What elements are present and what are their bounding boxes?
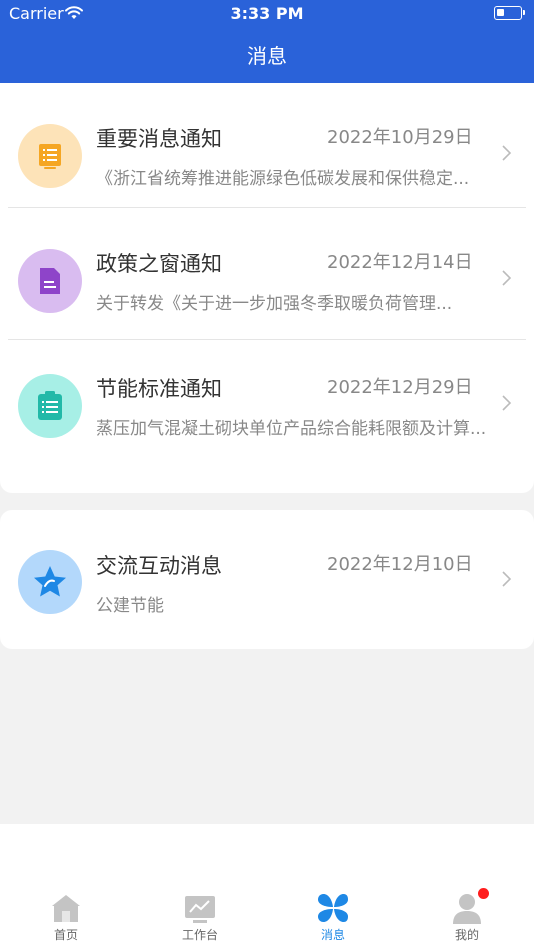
message-item-policy[interactable]: 政策之窗通知 2022年12月14日 关于转发《关于进一步加强冬季取暖负荷管理.…: [0, 215, 534, 340]
tab-label: 我的: [454, 928, 479, 942]
message-preview: 《浙江省统筹推进能源绿色低碳发展和保供稳定...: [96, 169, 470, 189]
tab-home[interactable]: 首页: [26, 886, 106, 950]
message-date: 2022年12月10日: [327, 554, 473, 575]
interaction-card: 交流互动消息 2022年12月10日 公建节能: [0, 510, 534, 649]
document-avatar: [18, 249, 82, 313]
document-icon: [40, 268, 60, 294]
tab-messages[interactable]: 消息: [293, 886, 373, 950]
notice-avatar: [18, 124, 82, 188]
tab-label: 工作台: [181, 928, 218, 942]
chevron-right-icon: [502, 270, 512, 286]
message-title: 重要消息通知: [96, 127, 222, 151]
tab-profile[interactable]: 我的: [427, 886, 507, 950]
tab-bar: 首页 工作台 消息 我的: [0, 824, 534, 950]
chevron-right-icon: [502, 145, 512, 161]
message-date: 2022年12月29日: [327, 377, 473, 398]
home-icon: [52, 895, 80, 922]
tab-label: 首页: [53, 928, 78, 942]
clipboard-icon: [38, 391, 62, 420]
star-avatar: [18, 550, 82, 614]
status-time: 3:33 PM: [230, 4, 304, 23]
message-title: 交流互动消息: [96, 554, 222, 578]
divider: [8, 207, 526, 208]
message-preview: 公建节能: [96, 596, 164, 616]
message-title: 节能标准通知: [96, 377, 222, 401]
message-preview: 关于转发《关于进一步加强冬季取暖负荷管理...: [96, 294, 453, 314]
clipboard-avatar: [18, 374, 82, 438]
notice-icon: [39, 144, 61, 169]
message-item-standard[interactable]: 节能标准通知 2022年12月29日 蒸压加气混凝土砌块单位产品综合能耗限额及计…: [0, 340, 534, 465]
app-header: Carrier 3:33 PM 消息: [0, 0, 534, 83]
status-bar: Carrier 3:33 PM: [0, 0, 534, 28]
messages-icon: [318, 894, 348, 922]
battery-icon: [494, 6, 525, 20]
message-item-interaction[interactable]: 交流互动消息 2022年12月10日 公建节能: [0, 510, 534, 635]
chevron-right-icon: [502, 395, 512, 411]
notice-card: 重要消息通知 2022年10月29日 《浙江省统筹推进能源绿色低碳发展和保供稳定…: [0, 83, 534, 493]
star-icon: [34, 566, 66, 597]
tab-label: 消息: [320, 928, 345, 942]
page-title: 消息: [247, 44, 287, 68]
chevron-right-icon: [502, 571, 512, 587]
workbench-icon: [185, 896, 215, 923]
tab-workbench[interactable]: 工作台: [160, 886, 240, 950]
message-title: 政策之窗通知: [96, 252, 222, 276]
message-item-important[interactable]: 重要消息通知 2022年10月29日 《浙江省统筹推进能源绿色低碳发展和保供稳定…: [0, 83, 534, 208]
message-date: 2022年10月29日: [327, 127, 473, 148]
notification-badge: [478, 888, 489, 899]
message-date: 2022年12月14日: [327, 252, 473, 273]
message-preview: 蒸压加气混凝土砌块单位产品综合能耗限额及计算...: [96, 419, 487, 439]
